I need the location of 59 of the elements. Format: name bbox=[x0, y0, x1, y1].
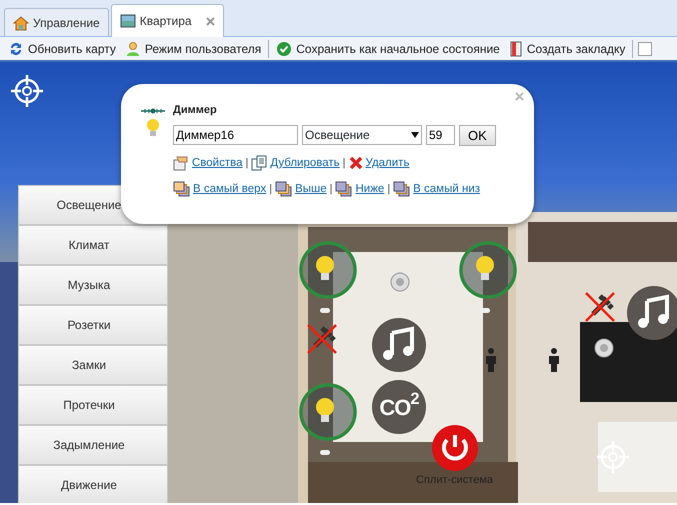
menu-item[interactable]: Климат bbox=[18, 225, 168, 265]
toolbar-button[interactable]: Создать закладку bbox=[506, 40, 628, 58]
action-link[interactable]: Выше bbox=[295, 180, 327, 198]
action-link[interactable]: Ниже bbox=[355, 180, 384, 198]
dimmer-handle[interactable] bbox=[320, 308, 330, 313]
dimmer-handle[interactable] bbox=[320, 450, 330, 455]
tab[interactable]: Управление bbox=[4, 8, 109, 36]
properties-icon bbox=[173, 155, 189, 172]
send-to-back-icon bbox=[393, 181, 410, 198]
toolbar-button[interactable]: Режим пользователя bbox=[122, 40, 264, 58]
house-icon bbox=[13, 14, 29, 30]
crosshair-icon bbox=[10, 74, 44, 108]
power-button-icon bbox=[430, 424, 479, 472]
name-field[interactable]: Диммер16 bbox=[173, 125, 298, 145]
book-icon bbox=[508, 40, 523, 56]
user-icon bbox=[124, 40, 141, 56]
caret-icon bbox=[411, 132, 419, 138]
menu-item[interactable]: Замки bbox=[18, 345, 168, 385]
picture-icon bbox=[120, 13, 136, 29]
copy-icon bbox=[251, 155, 268, 172]
toolbar-button[interactable]: Сохранить как начальное состояние bbox=[274, 40, 502, 58]
category-dropdown[interactable]: Освещение bbox=[302, 125, 422, 145]
separator-text: | bbox=[330, 182, 332, 198]
popup-title: Диммер bbox=[173, 103, 218, 118]
menu-item[interactable]: Розетки bbox=[18, 305, 168, 345]
action-link[interactable]: Дублировать bbox=[270, 154, 340, 172]
separator-text: | bbox=[269, 182, 272, 198]
menu-item[interactable]: Задымление bbox=[18, 425, 168, 465]
refresh-icon bbox=[8, 40, 24, 56]
action-link[interactable]: В самый верх bbox=[193, 180, 266, 198]
action-link[interactable]: Удалить bbox=[366, 154, 410, 172]
tab[interactable]: Квартира bbox=[110, 4, 224, 37]
close-icon bbox=[206, 16, 215, 26]
action-link[interactable]: В самый низ bbox=[413, 180, 480, 198]
checkbox[interactable] bbox=[638, 42, 652, 56]
send-backward-icon bbox=[335, 181, 352, 198]
number-field[interactable]: 59 bbox=[426, 125, 455, 145]
action-link[interactable]: Свойства bbox=[192, 154, 242, 172]
ok-button[interactable]: OK bbox=[459, 124, 496, 146]
music-note-icon bbox=[627, 286, 677, 340]
dimmer-handle[interactable] bbox=[480, 308, 490, 313]
bring-forward-icon bbox=[275, 181, 292, 198]
menu-item[interactable]: Музыка bbox=[18, 265, 168, 305]
separator-text: | bbox=[342, 156, 346, 171]
person-icon bbox=[485, 348, 497, 372]
check-icon bbox=[276, 40, 292, 56]
smoke-detector-icon bbox=[390, 272, 410, 292]
device-label: Сплит-система bbox=[416, 473, 494, 488]
toolbar-button[interactable]: Обновить карту bbox=[6, 40, 118, 58]
bring-to-front-icon bbox=[173, 181, 190, 198]
menu-item[interactable]: Протечки bbox=[18, 385, 168, 425]
person-icon bbox=[548, 348, 560, 372]
music-note-icon bbox=[372, 318, 426, 372]
smoke-detector-icon bbox=[594, 338, 614, 358]
menu-item[interactable]: Движение bbox=[18, 465, 168, 503]
crosshair-icon bbox=[596, 440, 630, 474]
separator-text: | bbox=[246, 156, 248, 171]
delete-icon bbox=[348, 156, 363, 170]
separator-text: | bbox=[387, 182, 390, 198]
